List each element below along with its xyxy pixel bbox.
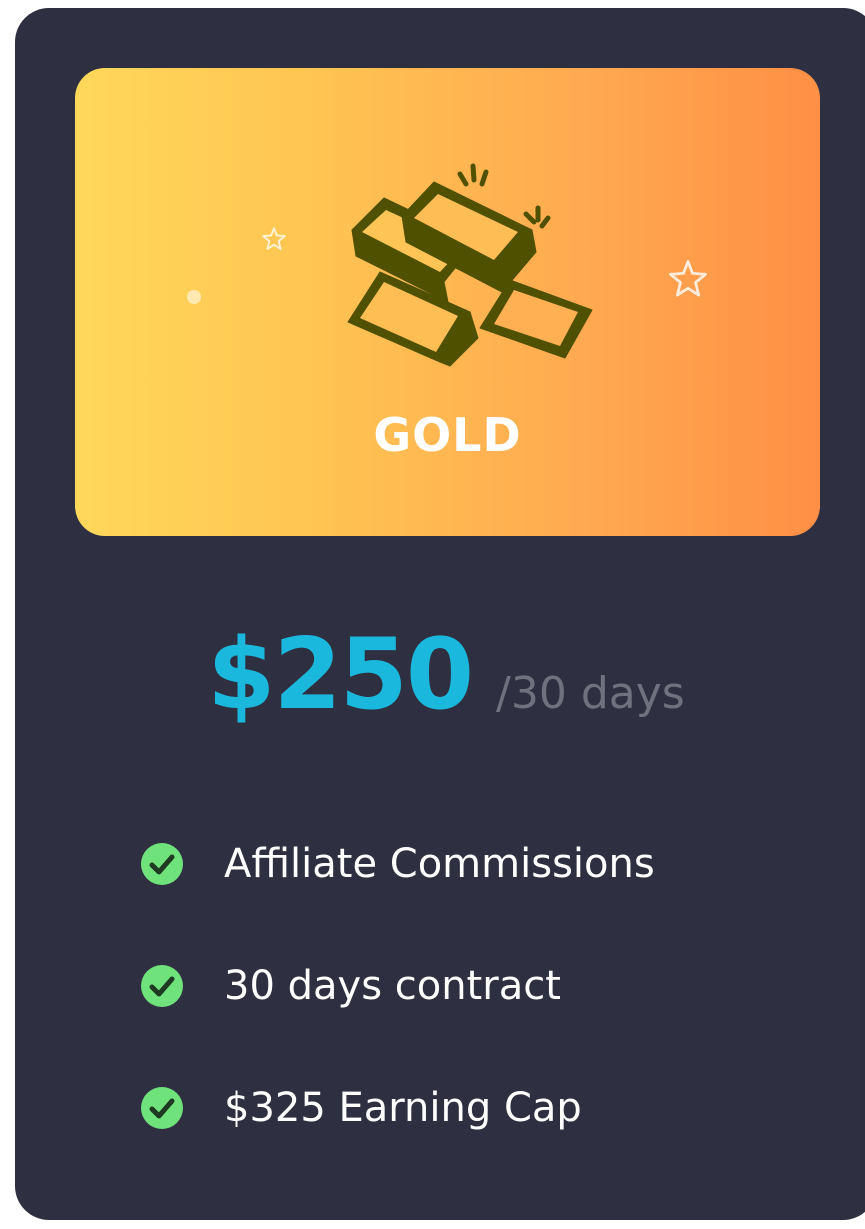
decorative-dot <box>187 290 201 304</box>
list-item: $325 Earning Cap <box>140 1072 655 1144</box>
sparkle-star-icon <box>669 260 707 297</box>
sparkle-star-icon <box>262 227 286 250</box>
list-item: Affiliate Commissions <box>140 828 655 900</box>
feature-label: Affiliate Commissions <box>224 841 655 887</box>
check-circle-icon <box>141 843 183 885</box>
price-row: $250 /30 days <box>15 618 865 732</box>
pricing-card: GOLD $250 /30 days Affiliate Commissions… <box>15 8 865 1220</box>
plan-banner: GOLD <box>75 68 820 536</box>
gold-bars-icon <box>347 163 593 367</box>
check-circle-icon <box>141 1087 183 1129</box>
check-circle-icon <box>141 965 183 1007</box>
plan-name: GOLD <box>373 408 522 462</box>
feature-label: 30 days contract <box>224 963 561 1009</box>
plan-price: $250 <box>207 618 474 732</box>
billing-period: /30 days <box>496 668 685 719</box>
feature-list: Affiliate Commissions 30 days contract $… <box>140 828 655 1194</box>
feature-label: $325 Earning Cap <box>224 1085 582 1131</box>
list-item: 30 days contract <box>140 950 655 1022</box>
